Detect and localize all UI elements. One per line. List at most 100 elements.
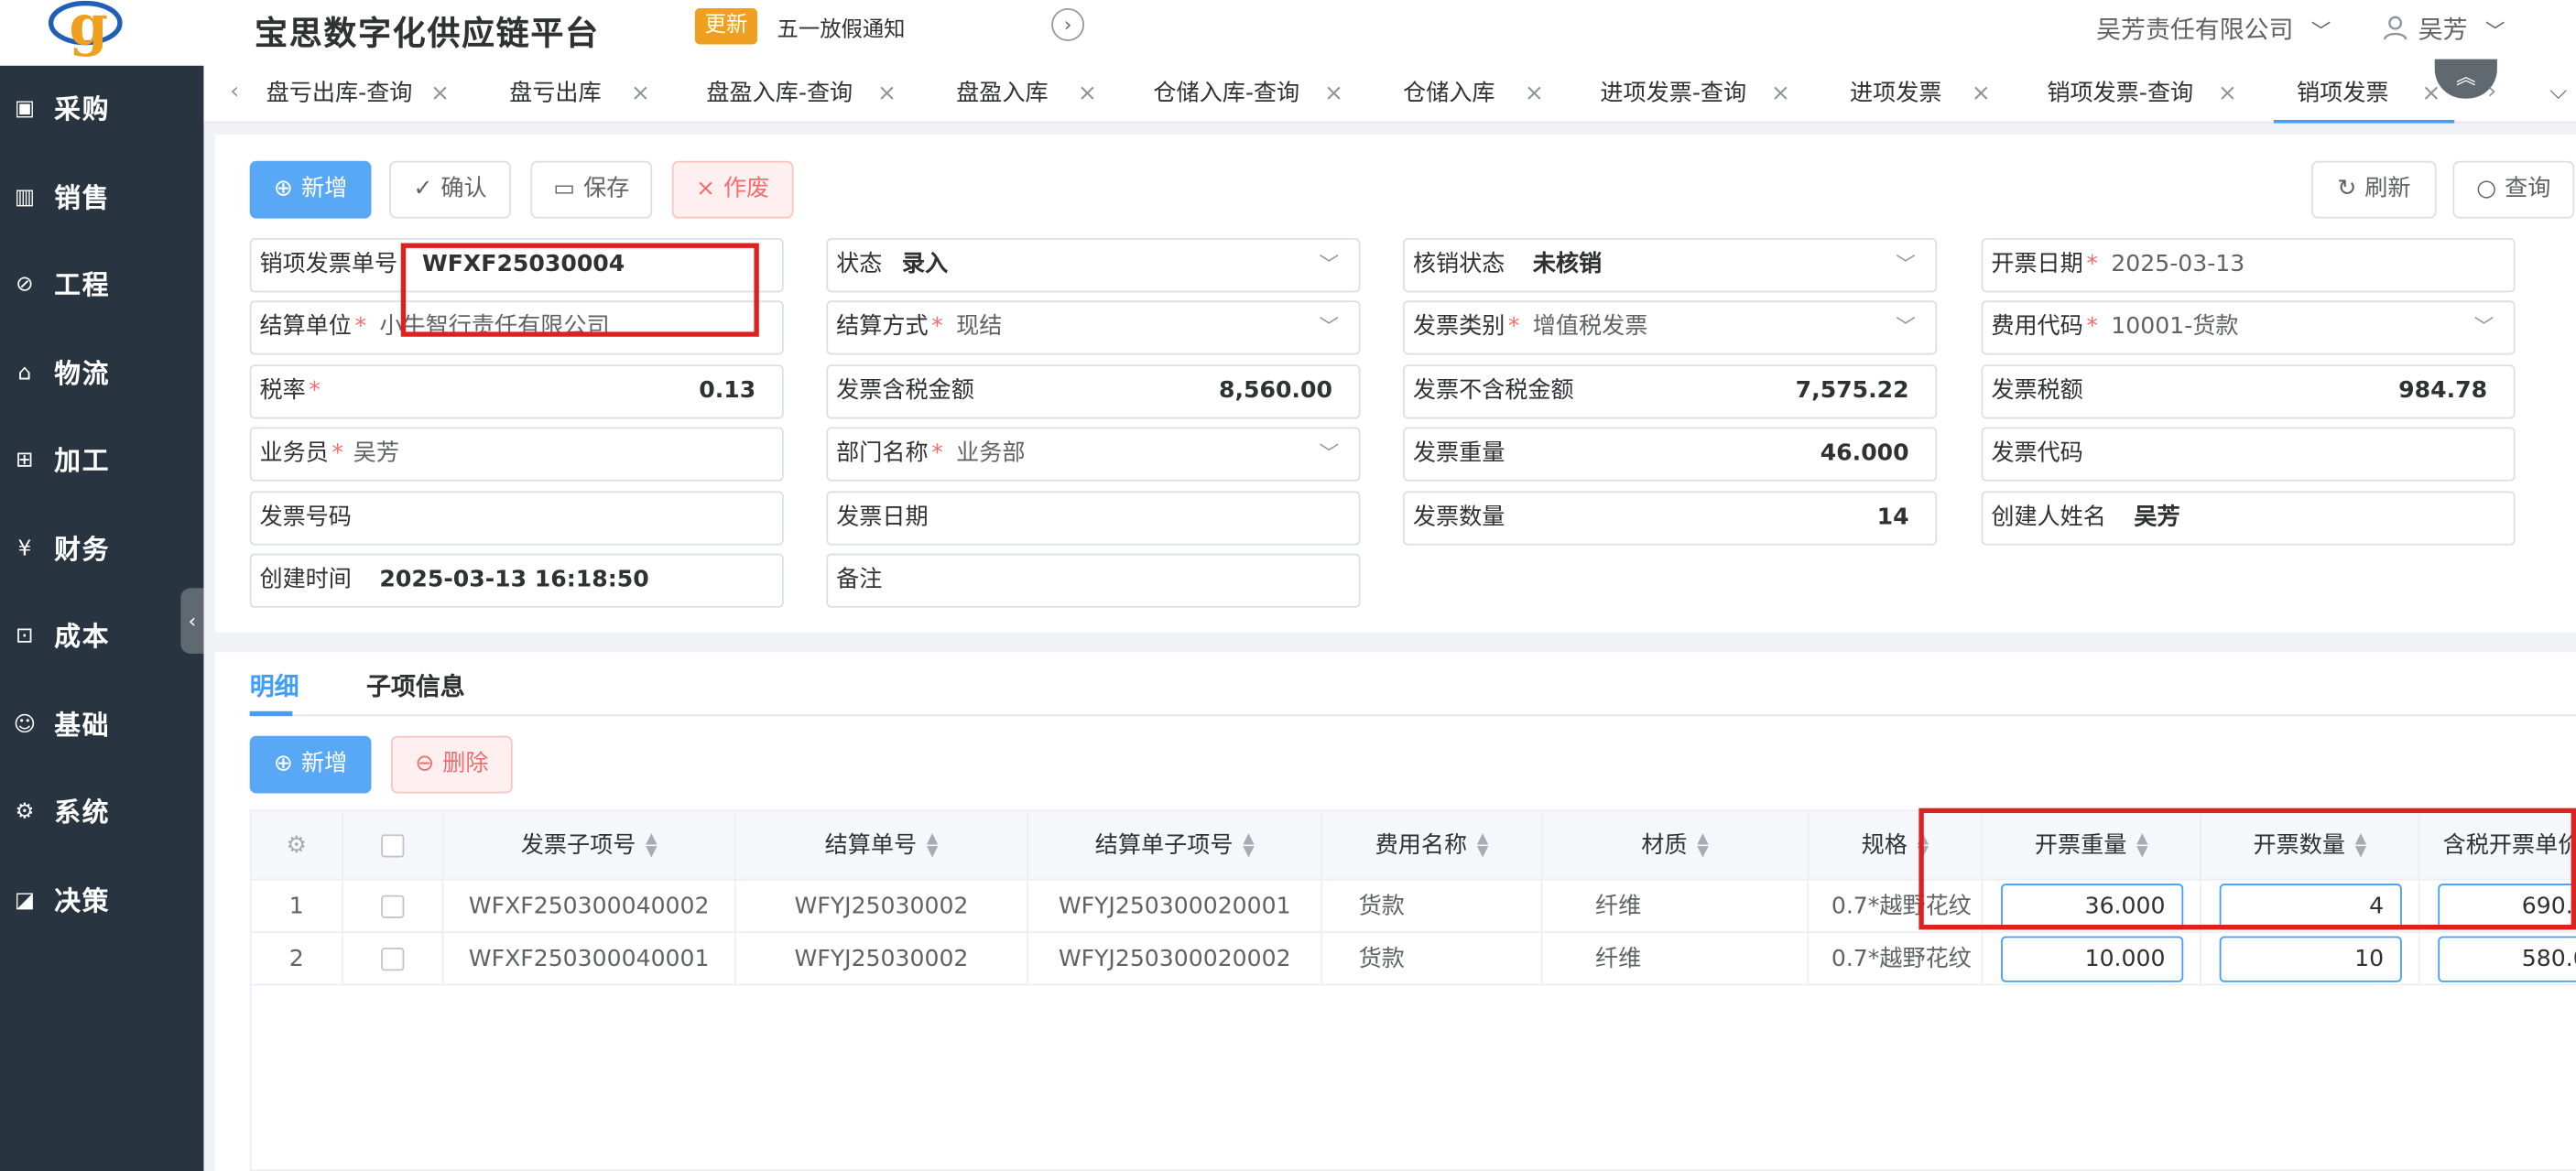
qty-input[interactable]: 10 <box>2219 936 2402 982</box>
department-select[interactable]: 部门名称 * 业务部 ﹀ <box>826 427 1361 482</box>
close-icon[interactable]: × <box>631 66 650 124</box>
tab-label: 仓储入库 <box>1403 80 1495 107</box>
col-sub-no[interactable]: 发票子项号 ▲ ▼ <box>443 811 736 879</box>
tab-input-invoice[interactable]: 进项发票 × <box>1850 66 1991 124</box>
save-button[interactable]: ▭ 保存 <box>530 160 653 219</box>
invoice-code-field[interactable]: 发票代码 <box>1981 427 2516 482</box>
detail-new-button[interactable]: ⊕ 新增 <box>249 735 372 794</box>
sidebar-item-logistics[interactable]: ⌂ 物流 <box>0 342 203 407</box>
close-icon[interactable]: × <box>1525 66 1544 124</box>
fee-code-select[interactable]: 费用代码 * 10001-货款 ﹀ <box>1981 300 2516 355</box>
cell-spec: 0.7*越野花纹 <box>1809 932 1984 984</box>
col-fee-name[interactable]: 费用名称 ▲ ▼ <box>1322 811 1543 879</box>
writeoff-status-select[interactable]: 核销状态 未核销 ﹀ <box>1403 238 1938 293</box>
amount-excl-field[interactable]: 发票不含税金额 7,575.22 <box>1403 364 1938 419</box>
confirm-button[interactable]: ✓ 确认 <box>389 160 511 219</box>
close-icon[interactable]: × <box>1324 66 1343 124</box>
search-icon: ○ <box>2476 175 2497 202</box>
amount-incl-field[interactable]: 发票含税金额 8,560.00 <box>826 364 1361 419</box>
user-name: 吴芳 <box>2418 15 2468 45</box>
field-label: 发票含税金额 <box>836 377 974 405</box>
field-label: 状态 <box>836 251 883 278</box>
remark-field[interactable]: 备注 <box>826 553 1361 608</box>
refresh-button[interactable]: ↻ 刷新 <box>2311 160 2437 219</box>
tab-settings-icon[interactable]: ⌵ <box>2549 79 2567 105</box>
button-label: 新增 <box>300 175 348 202</box>
invoice-type-select[interactable]: 发票类别 * 增值税发票 ﹀ <box>1403 300 1938 355</box>
sidebar-item-purchase[interactable]: ▣ 采购 <box>0 77 203 143</box>
invoice-date2-field[interactable]: 发票日期 <box>826 491 1361 546</box>
sidebar-item-basic[interactable]: ☺ 基础 <box>0 693 203 759</box>
col-material[interactable]: 材质 ▲ ▼ <box>1543 811 1810 879</box>
sort-icon: ▲ ▼ <box>926 830 939 862</box>
tax-rate-field[interactable]: 税率 * 0.13 <box>249 364 784 419</box>
company-switcher[interactable]: 吴芳责任有限公司 ﹀ <box>2096 12 2331 47</box>
tab-inventory-gain-query[interactable]: 盘盈入库-查询 × <box>706 66 897 124</box>
tab-output-invoice-query[interactable]: 销项发票-查询 × <box>2047 66 2237 124</box>
user-menu[interactable]: 吴芳 ﹀ <box>2382 12 2505 47</box>
table-row[interactable]: 2 WFXF250300040001 WFYJ25030002 WFYJ2503… <box>251 932 2576 986</box>
query-button[interactable]: ○ 查询 <box>2452 160 2575 219</box>
weight-input[interactable]: 10.000 <box>2001 936 2184 982</box>
column-label: 发票子项号 <box>520 832 636 860</box>
salesman-field[interactable]: 业务员 * 吴芳 <box>249 427 784 482</box>
tax-amount-field[interactable]: 发票税额 984.78 <box>1981 364 2516 419</box>
column-settings-icon[interactable]: ⚙ <box>251 811 343 879</box>
tab-warehouse-in[interactable]: 仓储入库 × <box>1403 66 1544 124</box>
sidebar-item-decision[interactable]: ◪ 决策 <box>0 869 203 935</box>
sidebar-item-processing[interactable]: ⊞ 加工 <box>0 428 203 494</box>
close-icon[interactable]: × <box>2218 66 2237 124</box>
settle-method-select[interactable]: 结算方式 * 现结 ﹀ <box>826 300 1361 355</box>
tab-inventory-loss-query[interactable]: 盘亏出库-查询 × <box>266 66 450 124</box>
sidebar-collapse-icon[interactable]: ‹ <box>180 588 204 655</box>
quantity-field[interactable]: 发票数量 14 <box>1403 491 1938 546</box>
close-icon[interactable]: × <box>1771 66 1790 124</box>
invoice-number-field[interactable]: 发票号码 <box>249 491 784 546</box>
col-settle-no[interactable]: 结算单号 ▲ ▼ <box>736 811 1029 879</box>
col-settle-sub-no[interactable]: 结算单子项号 ▲ ▼ <box>1028 811 1323 879</box>
tab-warehouse-in-query[interactable]: 仓储入库-查询 × <box>1153 66 1343 124</box>
row-checkbox[interactable] <box>343 880 444 932</box>
tab-inventory-gain[interactable]: 盘盈入库 × <box>956 66 1097 124</box>
creator-field[interactable]: 创建人姓名 吴芳 <box>1981 491 2516 546</box>
select-all-checkbox[interactable] <box>343 811 444 879</box>
button-label: 确认 <box>440 175 487 202</box>
void-button[interactable]: × 作废 <box>671 160 794 219</box>
column-label: 结算单子项号 <box>1094 832 1234 860</box>
update-badge[interactable]: 更新 <box>694 7 758 45</box>
sidebar-item-label: 加工 <box>54 445 111 477</box>
tab-inventory-loss[interactable]: 盘亏出库 × <box>509 66 650 124</box>
tab-sub-info[interactable]: 子项信息 <box>366 668 465 703</box>
close-icon[interactable]: × <box>430 66 450 124</box>
field-value: 录入 <box>901 251 949 278</box>
tab-input-invoice-query[interactable]: 进项发票-查询 × <box>1600 66 1790 124</box>
notice-text[interactable]: 五一放假通知 <box>777 12 906 43</box>
sidebar-item-finance[interactable]: ¥ 财务 <box>0 517 203 583</box>
field-value: 10001-货款 <box>2111 313 2239 341</box>
tab-scroll-left-icon[interactable]: ‹ <box>230 79 239 105</box>
close-icon[interactable]: × <box>1078 66 1097 124</box>
cell-settle-no: WFYJ25030002 <box>736 880 1029 932</box>
sidebar-item-system[interactable]: ⚙ 系统 <box>0 780 203 846</box>
invoice-date-field[interactable]: 开票日期 * 2025-03-13 <box>1981 238 2516 293</box>
weight-field[interactable]: 发票重量 46.000 <box>1403 427 1938 482</box>
plus-circle-icon: ⊕ <box>273 750 293 777</box>
sidebar-item-cost[interactable]: ⊡ 成本 <box>0 604 203 670</box>
row-checkbox[interactable] <box>343 932 444 984</box>
close-icon[interactable]: × <box>1972 66 1991 124</box>
sidebar-item-sales[interactable]: ▥ 销售 <box>0 166 203 232</box>
price-input[interactable]: 580.00 <box>2438 936 2576 982</box>
tab-detail[interactable]: 明细 <box>250 668 299 703</box>
new-button[interactable]: ⊕ 新增 <box>249 160 372 219</box>
sidebar-item-label: 物流 <box>54 358 111 390</box>
created-at-field[interactable]: 创建时间 2025-03-13 16:18:50 <box>249 553 784 608</box>
tab-output-invoice[interactable]: 销项发票 × <box>2297 66 2440 124</box>
tab-scroll-right-icon[interactable]: › <box>2487 79 2496 105</box>
detail-delete-button[interactable]: ⊖ 删除 <box>390 735 513 794</box>
close-icon[interactable]: × <box>877 66 897 124</box>
field-value: 吴芳 <box>2134 504 2180 531</box>
tab-label: 进项发票-查询 <box>1600 80 1747 107</box>
status-select[interactable]: 状态 录入 ﹀ <box>826 238 1361 293</box>
notice-next-icon[interactable]: › <box>1051 7 1085 41</box>
sidebar-item-engineering[interactable]: ⊘ 工程 <box>0 253 203 319</box>
